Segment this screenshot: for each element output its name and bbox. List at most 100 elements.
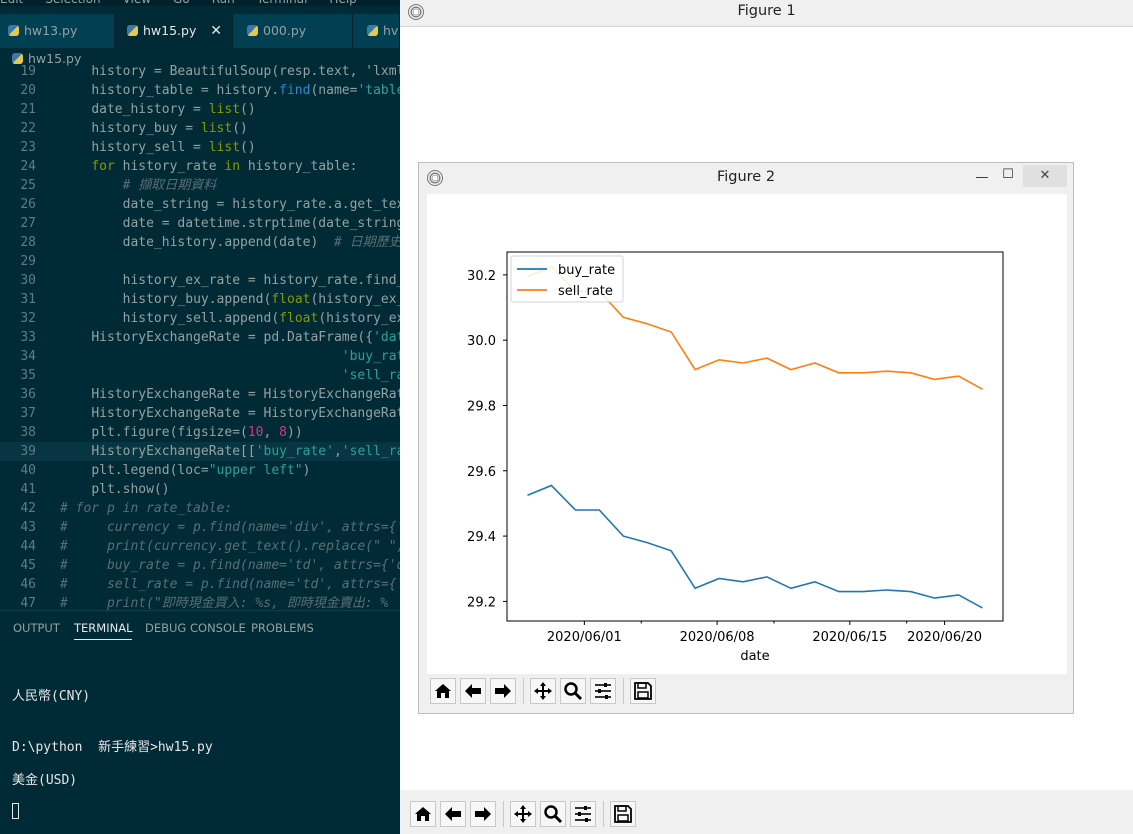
code-line[interactable]: 40 plt.legend(loc="upper left") [0,461,400,480]
menu-terminal[interactable]: Terminal [257,0,308,6]
pan-icon [514,805,532,823]
code-token: # print(currency.get_text().replace(" ", [60,539,400,554]
menu-view[interactable]: View [123,0,151,6]
code-line[interactable]: 20 history_table = history.find(name='ta… [0,81,400,100]
code-line[interactable]: 39 HistoryExchangeRate[['buy_rate','sell… [0,442,400,461]
code-line[interactable]: 23 history_sell = list() [0,138,400,157]
code-line[interactable]: 42 # for p in rate_table: [0,499,400,518]
legend-label: sell_rate [558,284,613,299]
zoom-button[interactable] [540,801,566,827]
code-line[interactable]: 31 history_buy.append(float(history_ex_ [0,290,400,309]
code-token: # for p in rate_table: [60,501,233,516]
terminal[interactable]: 人民幣(CNY) D:\python 新手練習>hw15.py 美金(USD) [0,645,400,834]
code-line[interactable]: 37 HistoryExchangeRate = HistoryExchange… [0,404,400,423]
code-line[interactable]: 30 history_ex_rate = history_rate.find_ [0,271,400,290]
tab-hw-truncated[interactable]: hv [353,14,400,48]
back-icon [445,807,461,821]
code-line[interactable]: 29 [0,252,400,271]
forward-button[interactable] [470,801,496,827]
save-button[interactable] [630,678,656,704]
tab-000[interactable]: 000.py [233,14,353,48]
close-button[interactable]: ✕ [1023,165,1067,187]
line-number: 43 [20,520,36,535]
code-line[interactable]: 43 # currency = p.find(name='div', attrs=… [0,518,400,537]
plot-canvas[interactable]: 29.2 29.4 29.6 29.8 30.0 30.2 2020/06/01 2020/0… [427,194,1067,674]
home-icon [435,684,451,698]
forward-button[interactable] [490,678,516,704]
code-token: history = BeautifulSoup(resp.text, 'lxml… [91,64,400,79]
code-line[interactable]: 33 HistoryExchangeRate = pd.DataFrame({'… [0,328,400,347]
line-number: 45 [20,558,36,573]
line-number: 46 [20,577,36,592]
code-line[interactable]: 26 date_string = history_rate.a.get_tex [0,195,400,214]
code-token: for [91,159,115,174]
menu-selection[interactable]: Selection [45,0,100,6]
code-line[interactable]: 38 plt.figure(figsize=(10, 8)) [0,423,400,442]
code-line[interactable]: 27 date = datetime.strptime(date_string [0,214,400,233]
code-line[interactable]: 34 'buy_rat [0,347,400,366]
tab-problems[interactable]: PROBLEMS [251,621,314,635]
back-button[interactable] [440,801,466,827]
code-token: # 擷取日期資料 [122,178,217,193]
figure1-titlebar[interactable]: Figure 1 [400,0,1133,27]
vscode-window: Edit Selection View Go Run Terminal Help hw13.… [0,0,400,834]
tab-terminal[interactable]: TERMINAL [74,621,133,640]
close-tab-icon[interactable]: ✕ [210,14,222,48]
figure2-titlebar[interactable]: Figure 2 — ☐ ✕ [419,163,1073,193]
code-token: plt.show() [91,482,170,497]
code-token: history_table = history. [91,83,280,98]
menu-go[interactable]: Go [173,0,190,6]
code-line[interactable]: 41 plt.show() [0,480,400,499]
maximize-button[interactable]: ☐ [997,164,1019,186]
code-token: () [240,102,256,117]
home-button[interactable] [410,801,436,827]
code-line[interactable]: 46 # sell_rate = p.find(name='td', attrs=… [0,575,400,594]
save-button[interactable] [610,801,636,827]
tab-hw13[interactable]: hw13.py [0,14,115,48]
pan-button[interactable] [530,678,556,704]
code-editor[interactable]: 19 history = BeautifulSoup(resp.text, 'l… [0,62,400,610]
line-number: 27 [20,216,36,231]
code-line[interactable]: 36 HistoryExchangeRate = HistoryExchange… [0,385,400,404]
tab-output[interactable]: OUTPUT [13,621,60,635]
menu-edit[interactable]: Edit [0,0,23,6]
home-icon [415,807,431,821]
code-line[interactable]: 22 history_buy = list() [0,119,400,138]
code-line[interactable]: 35 'sell_ra [0,366,400,385]
line-number: 38 [20,425,36,440]
code-line[interactable]: 24 for history_rate in history_table: [0,157,400,176]
code-line[interactable]: 21 date_history = list() [0,100,400,119]
pan-button[interactable] [510,801,536,827]
toolbar-separator [603,801,604,827]
configure-button[interactable] [590,678,616,704]
line-number: 20 [20,83,36,98]
code-token: float [279,311,319,326]
home-button[interactable] [430,678,456,704]
code-line[interactable]: 47 # print("即時現金買入: %s, 即時現金賣出: % [0,594,400,610]
configure-button[interactable] [570,801,596,827]
back-button[interactable] [460,678,486,704]
code-line[interactable]: 28 date_history.append(date) # 日期歷史 [0,233,400,252]
line-number: 21 [20,102,36,117]
line-number: 35 [20,368,36,383]
code-token: list [208,102,241,117]
y-tick-label: 30.0 [467,334,496,349]
forward-icon [495,684,511,698]
code-line[interactable]: 45 # buy_rate = p.find(name='td', attrs={… [0,556,400,575]
menu-run[interactable]: Run [212,0,235,6]
line-number: 31 [20,292,36,307]
code-line[interactable]: 44 # print(currency.get_text().replace(" … [0,537,400,556]
y-tick-label: 29.8 [467,399,496,414]
code-line[interactable]: 19 history = BeautifulSoup(resp.text, 'l… [0,62,400,81]
minimize-button[interactable]: — [971,167,993,189]
line-number: 23 [20,140,36,155]
code-token: "upper left" [208,463,303,478]
code-token: date_history.append(date) [122,235,334,250]
menu-help[interactable]: Help [329,0,356,6]
code-line[interactable]: 32 history_sell.append(float(history_ex [0,309,400,328]
tab-hw15[interactable]: hw15.py ✕ [115,14,233,48]
zoom-button[interactable] [560,678,586,704]
code-line[interactable]: 25 # 擷取日期資料 [0,176,400,195]
tab-debug-console[interactable]: DEBUG CONSOLE [145,621,246,635]
line-number: 26 [20,197,36,212]
